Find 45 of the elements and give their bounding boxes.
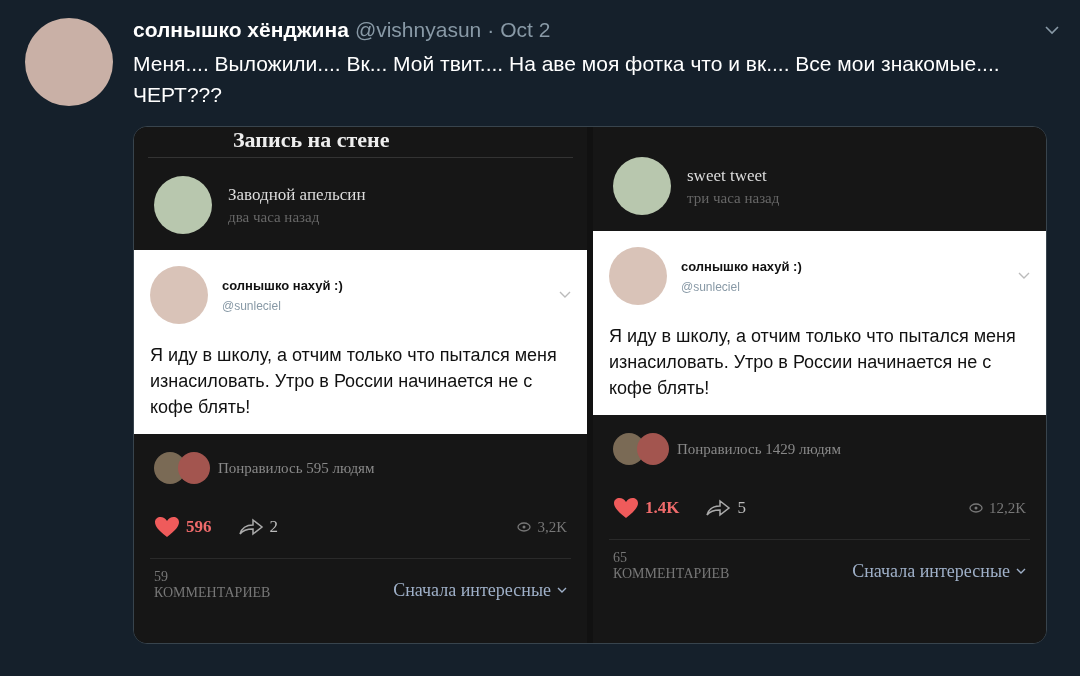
quoted-author-name: солнышко нахуй :) — [222, 277, 344, 293]
heart-icon — [154, 516, 180, 538]
liked-by-text: Понравилось 1429 людям — [677, 440, 841, 458]
eye-icon — [968, 503, 983, 513]
comments-label: КОММЕНТАРИЕВ — [613, 566, 730, 582]
author-handle[interactable]: @vishnyasun — [354, 18, 482, 42]
comments-label: КОММЕНТАРИЕВ — [154, 585, 271, 601]
poster-name: sweet tweet — [687, 165, 768, 186]
poster-avatar-placeholder — [613, 157, 671, 215]
chevron-down-icon — [1018, 272, 1030, 280]
quoted-author-handle: @sunleciel — [222, 298, 282, 313]
like-count: 596 — [186, 517, 212, 537]
sort-dropdown[interactable]: Сначала интересные — [393, 580, 567, 601]
quoted-tweet-text: Я иду в школу, а отчим только что пытался меня изнасиловать. Утро в России начинается не с кофе блять! — [150, 344, 558, 419]
liker-avatar-placeholder — [178, 452, 210, 484]
like-count: 1.4K — [645, 498, 680, 518]
dot-separator: · — [487, 18, 495, 42]
quoted-author-handle: @sunleciel — [681, 279, 741, 294]
chevron-down-icon — [557, 587, 567, 594]
chevron-down-icon — [1016, 568, 1026, 575]
poster-avatar-placeholder — [154, 176, 212, 234]
chevron-down-icon[interactable] — [1044, 25, 1060, 35]
comment-count: 65 — [613, 550, 628, 566]
quoted-tweet-text: Я иду в школу, а отчим только что пытался меня изнасиловать. Утро в России начинается не с кофе блять! — [609, 325, 1017, 400]
tweet-text: Меня.... Выложили.... Вк... Мой твит.... На аве моя фотка что и вк.... Все мои знакомые.... ЧЕРТ??? — [133, 51, 1001, 108]
share-arrow-icon — [237, 518, 264, 536]
share-count: 2 — [269, 517, 278, 537]
share-count: 5 — [737, 498, 746, 518]
comment-count: 59 — [154, 569, 169, 585]
wall-post-header: Запись на стене — [148, 127, 573, 158]
post-time: два часа назад — [228, 208, 321, 226]
quoted-author-name: солнышко нахуй :) — [681, 258, 803, 274]
liker-avatar-placeholder — [637, 433, 669, 465]
tweet-date[interactable]: Oct 2 — [500, 18, 551, 42]
eye-icon — [517, 522, 532, 532]
author-name[interactable]: солнышко хёнджина — [133, 18, 349, 42]
sort-dropdown[interactable]: Сначала интересные — [852, 561, 1026, 582]
chevron-down-icon — [559, 291, 571, 299]
view-count: 12,2K — [988, 499, 1026, 517]
liked-by-text: Понравилось 595 людям — [218, 459, 375, 477]
view-count: 3,2K — [537, 518, 567, 536]
heart-icon — [613, 497, 639, 519]
poster-name: Заводной апельсин — [228, 184, 366, 205]
share-arrow-icon — [705, 499, 732, 517]
post-time: три часа назад — [687, 189, 780, 207]
